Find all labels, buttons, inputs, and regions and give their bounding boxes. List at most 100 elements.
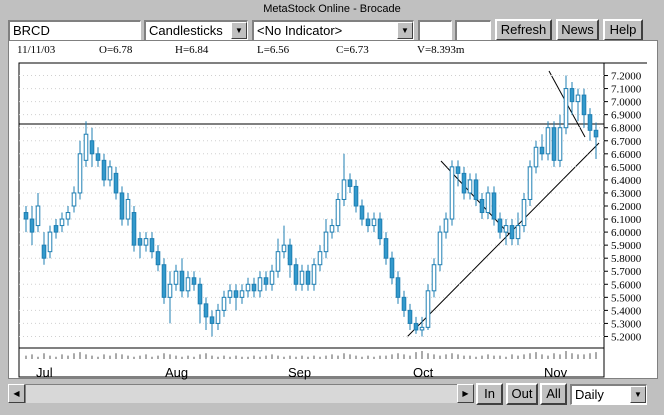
candle-body-up bbox=[215, 309, 221, 324]
candle-body-down bbox=[41, 244, 47, 259]
candle bbox=[443, 212, 449, 239]
candle-body-down bbox=[509, 225, 515, 240]
candle-body-down bbox=[203, 303, 209, 318]
candle bbox=[353, 179, 359, 213]
candle bbox=[77, 140, 83, 200]
candle-body-up bbox=[239, 290, 245, 298]
news-button[interactable]: News bbox=[556, 19, 599, 41]
candle bbox=[311, 258, 317, 291]
price-chart[interactable]: 7.20007.10007.00006.90006.80006.70006.60… bbox=[9, 41, 657, 378]
candle bbox=[251, 277, 257, 298]
candle-body-up bbox=[329, 225, 335, 233]
candle bbox=[137, 232, 143, 259]
y-tick-label: 5.4000 bbox=[611, 305, 642, 317]
candle-body-up bbox=[125, 198, 131, 220]
candle bbox=[479, 192, 485, 220]
candle bbox=[533, 140, 539, 174]
refresh-button[interactable]: Refresh bbox=[495, 19, 552, 41]
candle-body-up bbox=[317, 251, 323, 266]
candle-body-up bbox=[419, 326, 425, 331]
candle bbox=[143, 232, 149, 252]
candle bbox=[461, 166, 467, 200]
extra-input-1[interactable] bbox=[418, 20, 452, 41]
candle bbox=[359, 199, 365, 226]
candle-body-down bbox=[89, 140, 95, 155]
candle-body-down bbox=[587, 114, 593, 131]
candle bbox=[221, 290, 227, 317]
y-tick-label: 5.9000 bbox=[611, 240, 642, 252]
candle-body-up bbox=[527, 166, 533, 200]
candle bbox=[245, 277, 251, 298]
candle-body-down bbox=[179, 270, 185, 292]
extra-input-2[interactable] bbox=[455, 20, 491, 41]
chart-area[interactable]: 7.2000 7.1000 7.0000 6.9000 6.8000 6.7000 6.60… bbox=[8, 40, 658, 379]
candle-body-down bbox=[149, 238, 155, 253]
y-tick-label: 7.0000 bbox=[611, 97, 642, 109]
candle-body-up bbox=[227, 290, 233, 298]
candle-body-down bbox=[593, 129, 599, 138]
y-tick-label: 6.8000 bbox=[611, 123, 642, 135]
candle-body-up bbox=[107, 166, 113, 181]
candle bbox=[305, 264, 311, 291]
zoom-in-button[interactable]: In bbox=[476, 383, 503, 405]
horizontal-scrollbar[interactable]: ◀ ▶ bbox=[8, 384, 474, 403]
candle bbox=[95, 147, 101, 167]
uptrend-line bbox=[406, 142, 600, 338]
candle bbox=[407, 303, 413, 330]
scroll-right-icon[interactable]: ▶ bbox=[457, 384, 474, 403]
candle-body-up bbox=[275, 251, 281, 272]
candle bbox=[563, 75, 569, 135]
chevron-down-icon[interactable]: ▼ bbox=[630, 386, 646, 403]
chevron-down-icon[interactable]: ▼ bbox=[397, 22, 413, 39]
candle bbox=[185, 271, 191, 298]
candle-body-up bbox=[485, 192, 491, 214]
candle-body-down bbox=[359, 205, 365, 220]
candle-body-up bbox=[71, 192, 77, 207]
candle bbox=[41, 232, 47, 265]
y-tick-label: 7.1000 bbox=[611, 84, 642, 96]
y-tick-label: 6.9000 bbox=[611, 110, 642, 122]
candle bbox=[233, 284, 239, 311]
candle-body-down bbox=[389, 257, 395, 279]
candle-body-up bbox=[443, 218, 449, 233]
candle bbox=[155, 245, 161, 272]
period-select[interactable]: Daily ▼ bbox=[570, 384, 647, 405]
candle bbox=[65, 206, 71, 226]
scroll-track[interactable] bbox=[25, 384, 457, 403]
y-tick-label: 5.2000 bbox=[611, 331, 642, 343]
x-label-jul: Jul bbox=[36, 365, 53, 380]
candle-body-up bbox=[47, 231, 53, 253]
indicator-value: <No Indicator> bbox=[257, 23, 343, 38]
candle-body-up bbox=[341, 179, 347, 200]
candle bbox=[539, 134, 545, 161]
candle-body-down bbox=[263, 277, 269, 285]
chevron-down-icon[interactable]: ▼ bbox=[231, 22, 247, 39]
candle-body-down bbox=[581, 94, 587, 116]
show-all-button[interactable]: All bbox=[540, 383, 567, 405]
candle bbox=[455, 160, 461, 187]
candle-body-up bbox=[563, 88, 569, 129]
candle bbox=[503, 219, 509, 246]
info-low: L=6.56 bbox=[257, 44, 290, 56]
candle-body-down bbox=[455, 166, 461, 174]
candle-body-up bbox=[425, 290, 431, 328]
candle bbox=[449, 160, 455, 226]
scroll-left-icon[interactable]: ◀ bbox=[8, 384, 25, 403]
candle-body-down bbox=[347, 179, 353, 187]
zoom-out-button[interactable]: Out bbox=[506, 383, 538, 405]
help-button[interactable]: Help bbox=[603, 19, 643, 41]
candle bbox=[173, 264, 179, 291]
candle-body-up bbox=[521, 198, 527, 227]
candle-body-down bbox=[95, 153, 101, 161]
chart-type-select[interactable]: Candlesticks ▼ bbox=[144, 20, 248, 41]
symbol-input[interactable]: BRCD bbox=[8, 20, 141, 41]
candle-body-up bbox=[575, 94, 581, 103]
candle-body-down bbox=[383, 238, 389, 259]
indicator-select[interactable]: <No Indicator> ▼ bbox=[252, 20, 414, 41]
candle-body-up bbox=[269, 270, 275, 285]
candle bbox=[287, 238, 293, 278]
candle-body-down bbox=[491, 192, 497, 220]
candle-body-up bbox=[299, 270, 305, 285]
candle-body-up bbox=[545, 127, 551, 155]
candle bbox=[299, 264, 305, 291]
